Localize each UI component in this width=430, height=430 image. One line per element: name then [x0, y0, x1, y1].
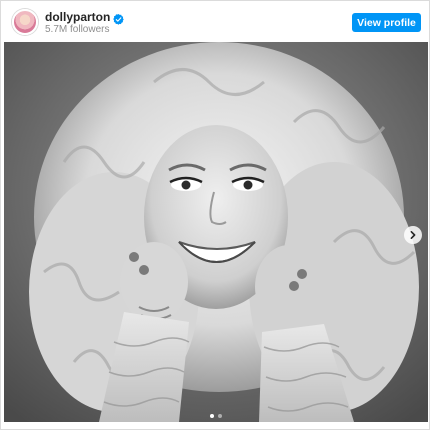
instagram-embed-card: dollyparton 5.7M followers View profile: [0, 0, 430, 430]
view-profile-button[interactable]: View profile: [352, 13, 421, 32]
username-link[interactable]: dollyparton: [45, 10, 110, 24]
post-photo[interactable]: [4, 42, 428, 422]
follower-count: 5.7M followers: [45, 24, 110, 35]
chevron-right-icon: [409, 226, 417, 244]
verified-badge-icon: [113, 12, 125, 25]
portrait-image: [4, 42, 428, 422]
carousel-dot: [218, 414, 222, 418]
post-header: dollyparton 5.7M followers View profile: [1, 1, 429, 43]
carousel-dot-active: [210, 414, 214, 418]
carousel-indicator: [1, 414, 430, 420]
profile-avatar[interactable]: [12, 9, 38, 35]
username-row: dollyparton: [45, 10, 125, 25]
carousel-next-button[interactable]: [404, 226, 422, 244]
